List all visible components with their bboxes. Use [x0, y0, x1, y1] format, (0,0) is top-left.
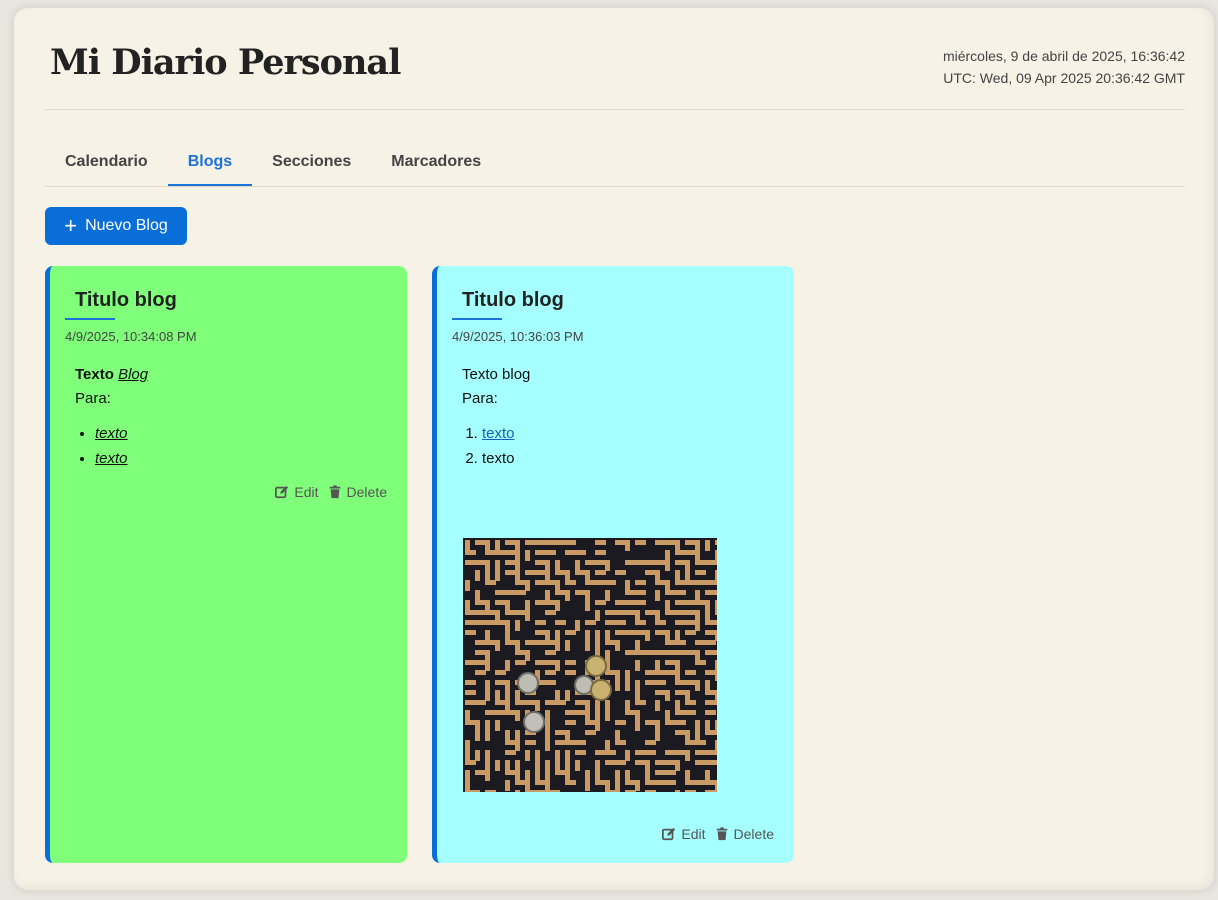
blog-title: Titulo blog	[462, 289, 564, 311]
title-underline	[452, 318, 502, 320]
plus-icon: +	[64, 213, 78, 238]
edit-button[interactable]: Edit	[275, 484, 319, 500]
card-actions: Edit Delete	[662, 826, 774, 842]
card-actions: Edit Delete	[275, 484, 387, 500]
content-line: Para:	[75, 390, 111, 407]
utc-datetime: UTC: Wed, 09 Apr 2025 20:36:42 GMT	[943, 70, 1185, 86]
title-underline	[65, 318, 115, 320]
content-line: Texto Blog	[75, 363, 148, 387]
list-item: texto	[95, 446, 148, 471]
edit-icon	[275, 485, 289, 499]
tab-calendario[interactable]: Calendario	[45, 147, 168, 185]
edit-icon	[662, 827, 676, 841]
edit-button[interactable]: Edit	[662, 826, 706, 842]
list-link[interactable]: texto	[482, 425, 515, 442]
delete-button[interactable]: Delete	[715, 826, 774, 842]
blog-content: Texto blog Para: texto texto	[462, 363, 530, 471]
tab-blogs[interactable]: Blogs	[167, 147, 253, 186]
new-blog-button[interactable]: + Nuevo Blog	[45, 207, 187, 245]
blog-content: Texto Blog Para: texto texto	[75, 363, 148, 471]
tab-marcadores[interactable]: Marcadores	[371, 147, 501, 185]
header: Mi Diario Personal miércoles, 9 de abril…	[45, 8, 1185, 110]
list-item: texto	[95, 421, 148, 446]
new-blog-label: Nuevo Blog	[85, 217, 168, 234]
bold-text: Texto	[75, 366, 114, 383]
blog-card: Titulo blog 4/9/2025, 10:34:08 PM Texto …	[45, 266, 407, 863]
tab-bar: Calendario Blogs Secciones Marcadores	[45, 147, 1185, 187]
datetime-display: miércoles, 9 de abril de 2025, 16:36:42 …	[943, 45, 1185, 89]
trash-icon	[716, 827, 727, 841]
page-title: Mi Diario Personal	[50, 42, 401, 83]
blog-card: Titulo blog 4/9/2025, 10:36:03 PM Texto …	[432, 266, 794, 863]
list-item: texto	[482, 421, 530, 446]
trash-icon	[329, 485, 340, 499]
bulleted-list: texto texto	[75, 421, 148, 471]
italic-text: Blog	[118, 366, 149, 383]
blog-title: Titulo blog	[75, 289, 177, 311]
list-item: texto	[482, 446, 530, 471]
blog-date: 4/9/2025, 10:36:03 PM	[452, 329, 584, 344]
delete-button[interactable]: Delete	[328, 484, 387, 500]
content-line: Texto blog	[462, 366, 531, 383]
maze-image	[463, 538, 717, 792]
local-datetime: miércoles, 9 de abril de 2025, 16:36:42	[942, 48, 1185, 64]
content-line: Para:	[462, 390, 498, 407]
numbered-list: texto texto	[462, 421, 530, 471]
blog-date: 4/9/2025, 10:34:08 PM	[65, 329, 197, 344]
tab-secciones[interactable]: Secciones	[252, 147, 371, 185]
app-container: Mi Diario Personal miércoles, 9 de abril…	[14, 8, 1214, 890]
